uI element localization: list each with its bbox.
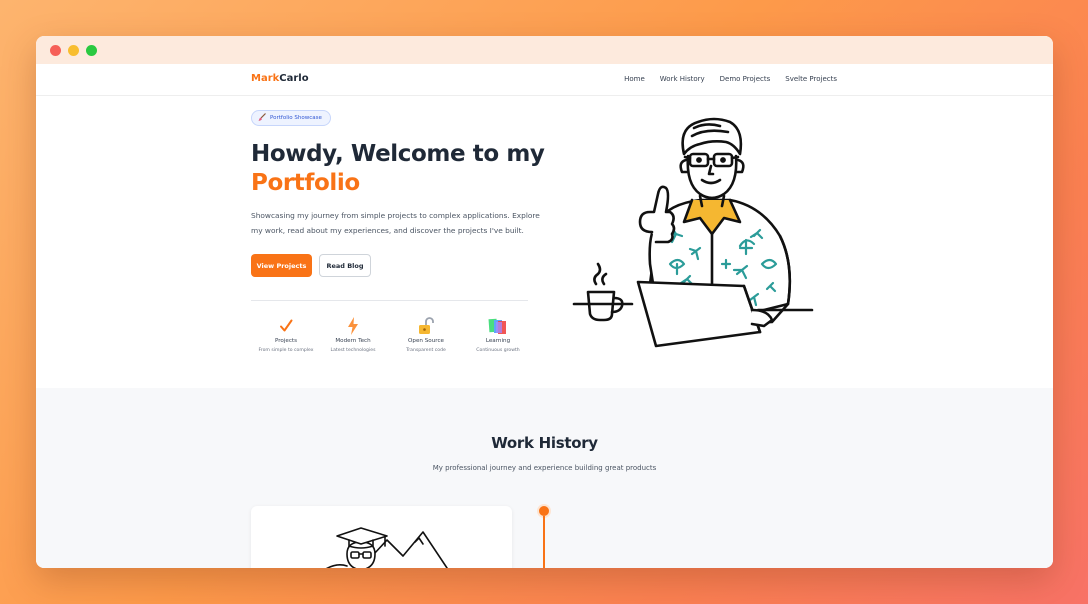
feature-subtitle: Transparent code [406,348,446,353]
portfolio-badge: Portfolio Showcase [251,110,331,126]
feature-subtitle: Continuous growth [476,348,520,353]
work-history-card[interactable] [251,506,512,568]
hero-section: Portfolio Showcase Howdy, Welcome to my … [36,96,1053,388]
feature-modern-tech: Modern Tech Latest technologies [318,316,388,353]
paintbrush-icon [258,113,266,123]
developer-illustration [572,114,832,358]
read-blog-button[interactable]: Read Blog [319,254,371,277]
site-navbar: MarkCarlo Home Work History Demo Project… [36,64,1053,96]
hero-headline: Howdy, Welcome to my Portfolio [251,140,545,198]
feature-title: Modern Tech [335,338,371,344]
logo-first-part: Mark [251,73,280,84]
minimize-window-button[interactable] [68,44,79,56]
books-icon [463,316,533,336]
window-titlebar [36,36,1053,64]
unlocked-padlock-icon [391,316,461,336]
close-window-button[interactable] [50,44,61,56]
feature-projects: Projects From simple to complex [251,316,321,353]
work-history-title: Work History [491,434,598,452]
logo-second-part: Carlo [279,73,309,84]
graduate-illustration [325,527,448,568]
feature-open-source: Open Source Transparent code [391,316,461,353]
headline-accent: Portfolio [251,170,360,196]
view-projects-button[interactable]: View Projects [251,254,312,277]
feature-title: Open Source [408,338,444,344]
feature-subtitle: From simple to complex [258,348,314,353]
site-logo[interactable]: MarkCarlo [251,73,309,84]
work-history-section: Work History My professional journey and… [36,388,1053,568]
feature-list: Projects From simple to complex Modern T… [251,316,541,366]
browser-window: MarkCarlo Home Work History Demo Project… [36,36,1053,568]
timeline-line [543,516,545,568]
feature-subtitle: Latest technologies [330,348,376,353]
nav-link-svelte-projects[interactable]: Svelte Projects [785,75,837,83]
nav-links: Home Work History Demo Projects Svelte P… [624,75,837,83]
feature-title: Projects [274,338,298,344]
lightning-icon [318,316,388,336]
feature-title: Learning [485,338,511,344]
nav-link-demo-projects[interactable]: Demo Projects [720,75,771,83]
hero-intro: Showcasing my journey from simple projec… [251,211,540,235]
nav-link-work-history[interactable]: Work History [660,75,705,83]
timeline-marker [539,506,549,516]
badge-label: Portfolio Showcase [270,115,322,121]
work-history-subtitle: My professional journey and experience b… [432,464,657,472]
headline-line1: Howdy, Welcome to my [251,141,545,167]
feature-learning: Learning Continuous growth [463,316,533,353]
checkmark-icon [251,316,321,336]
maximize-window-button[interactable] [86,44,97,56]
hero-divider [251,300,528,301]
nav-link-home[interactable]: Home [624,75,645,83]
